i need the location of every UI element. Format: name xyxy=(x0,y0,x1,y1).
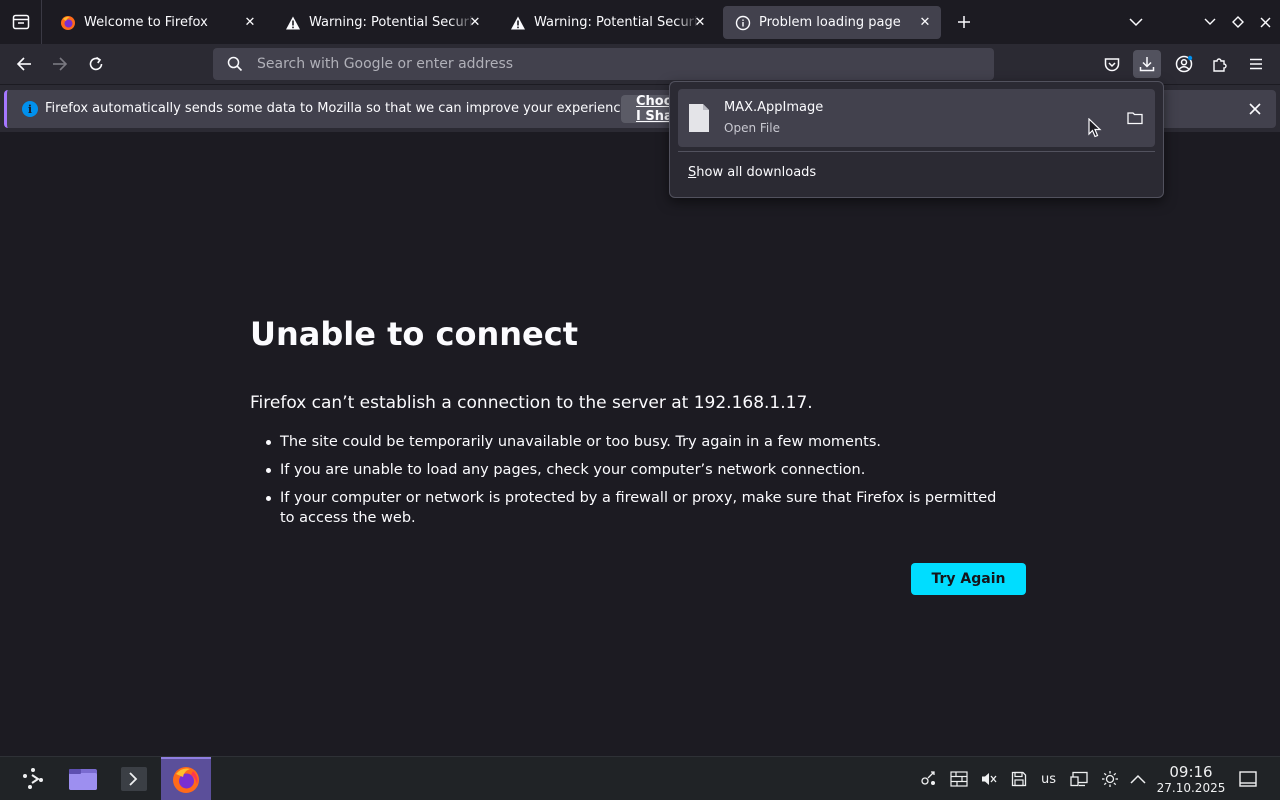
disk-icon[interactable] xyxy=(1009,769,1029,789)
navigation-toolbar xyxy=(0,44,1280,84)
close-icon xyxy=(1260,17,1270,27)
tab-title: Warning: Potential Security Risk Ahead xyxy=(534,15,700,30)
download-item[interactable]: MAX.AppImage Open File xyxy=(678,89,1155,147)
clock-date: 27.10.2025 xyxy=(1156,781,1226,795)
warning-icon xyxy=(285,15,301,31)
notification-text: Firefox automatically sends some data to… xyxy=(45,101,633,116)
application-launcher-icon[interactable] xyxy=(20,767,46,791)
diamond-icon xyxy=(1232,16,1244,28)
download-file-name: MAX.AppImage xyxy=(724,100,824,115)
chevron-up-icon[interactable] xyxy=(1128,769,1148,789)
error-description: Firefox can’t establish a connection to … xyxy=(250,393,813,413)
reload-button[interactable] xyxy=(82,50,110,78)
terminal-icon xyxy=(121,767,147,791)
info-icon xyxy=(735,15,751,31)
downloads-button[interactable] xyxy=(1133,50,1161,78)
digital-clock[interactable]: 09:16 27.10.2025 xyxy=(1153,763,1229,795)
file-icon xyxy=(689,104,709,132)
maximize-button[interactable] xyxy=(1229,12,1247,32)
list-all-tabs-button[interactable] xyxy=(1124,10,1148,34)
account-icon xyxy=(1175,55,1193,73)
close-window-button[interactable] xyxy=(1256,12,1274,32)
network-discover-icon[interactable] xyxy=(918,769,938,789)
account-button[interactable] xyxy=(1170,50,1198,78)
chevron-down-icon xyxy=(1204,18,1216,25)
pocket-icon xyxy=(1104,57,1120,71)
plus-icon xyxy=(958,16,970,28)
close-tab-icon[interactable]: ✕ xyxy=(467,14,483,30)
reload-icon xyxy=(89,56,103,71)
folder-icon xyxy=(69,769,97,790)
hamburger-menu-icon xyxy=(1250,58,1262,70)
firefox-view-icon xyxy=(12,14,29,30)
page-title: Unable to connect xyxy=(250,315,578,353)
tab-security-warning-1[interactable]: Warning: Potential Security Risk Ahead ✕ xyxy=(273,6,491,39)
new-tab-button[interactable] xyxy=(952,10,976,34)
show-all-downloads-button[interactable]: Show all downloads xyxy=(688,165,816,180)
list-item: If you are unable to load any pages, che… xyxy=(265,460,1005,480)
arrow-left-icon xyxy=(16,57,31,71)
puzzle-icon xyxy=(1213,58,1227,72)
brightness-icon[interactable] xyxy=(1100,769,1120,789)
taskbar-firefox[interactable] xyxy=(161,757,211,800)
list-item: If your computer or network is protected… xyxy=(265,488,1005,528)
close-icon xyxy=(1249,103,1261,115)
show-all-label: how all downloads xyxy=(696,165,817,180)
app-menu-button[interactable] xyxy=(1242,50,1270,78)
tab-title: Problem loading page xyxy=(759,15,901,30)
tab-title: Welcome to Firefox xyxy=(84,15,208,30)
tab-welcome[interactable]: Welcome to Firefox ✕ xyxy=(48,6,266,39)
forward-button[interactable] xyxy=(46,50,74,78)
address-bar[interactable] xyxy=(213,48,994,80)
screen: Welcome to Firefox ✕ Warning: Potential … xyxy=(0,0,1280,800)
warning-icon xyxy=(510,15,526,31)
chevron-down-icon xyxy=(1129,18,1143,27)
tab-security-warning-2[interactable]: Warning: Potential Security Risk Ahead ✕ xyxy=(498,6,716,39)
tab-problem-loading[interactable]: Problem loading page ✕ xyxy=(723,6,941,39)
taskbar-terminal[interactable] xyxy=(109,757,159,800)
search-icon xyxy=(213,56,257,72)
firefox-icon xyxy=(60,15,76,31)
info-icon: i xyxy=(22,101,38,117)
tab-strip: Welcome to Firefox ✕ Warning: Potential … xyxy=(0,0,1280,44)
url-input[interactable] xyxy=(257,56,957,72)
mouse-cursor-icon xyxy=(1088,118,1102,138)
minimize-button[interactable] xyxy=(1201,12,1219,32)
show-desktop-icon[interactable] xyxy=(1238,769,1258,789)
taskbar-file-manager[interactable] xyxy=(58,757,108,800)
back-button[interactable] xyxy=(10,50,38,78)
download-status: Open File xyxy=(724,121,780,135)
try-again-button[interactable]: Try Again xyxy=(911,563,1026,595)
extensions-button[interactable] xyxy=(1206,50,1234,78)
firefox-icon xyxy=(173,767,199,793)
error-page: Unable to connect Firefox can’t establis… xyxy=(0,132,1280,756)
taskbar: us 09:16 27.10.2025 xyxy=(0,756,1280,800)
divider xyxy=(678,151,1155,152)
network-wired-icon[interactable] xyxy=(1069,769,1089,789)
clock-time: 09:16 xyxy=(1169,763,1213,781)
keyboard-layout-indicator[interactable]: us xyxy=(1041,772,1056,787)
show-in-folder-button[interactable] xyxy=(1125,108,1145,128)
close-tab-icon[interactable]: ✕ xyxy=(917,14,933,30)
pocket-button[interactable] xyxy=(1098,50,1126,78)
tab-title: Warning: Potential Security Risk Ahead xyxy=(309,15,475,30)
firewall-icon[interactable] xyxy=(949,769,969,789)
download-icon xyxy=(1139,57,1155,72)
list-item: The site could be temporarily unavailabl… xyxy=(265,432,1005,452)
close-notification-button[interactable] xyxy=(1246,100,1264,118)
downloads-panel: MAX.AppImage Open File Show all download… xyxy=(669,81,1164,198)
volume-muted-icon[interactable] xyxy=(979,769,999,789)
close-tab-icon[interactable]: ✕ xyxy=(242,14,258,30)
arrow-right-icon xyxy=(53,57,68,71)
error-suggestions: The site could be temporarily unavailabl… xyxy=(265,432,1005,536)
close-tab-icon[interactable]: ✕ xyxy=(692,14,708,30)
firefox-view-button[interactable] xyxy=(0,0,42,44)
folder-icon xyxy=(1127,112,1143,125)
